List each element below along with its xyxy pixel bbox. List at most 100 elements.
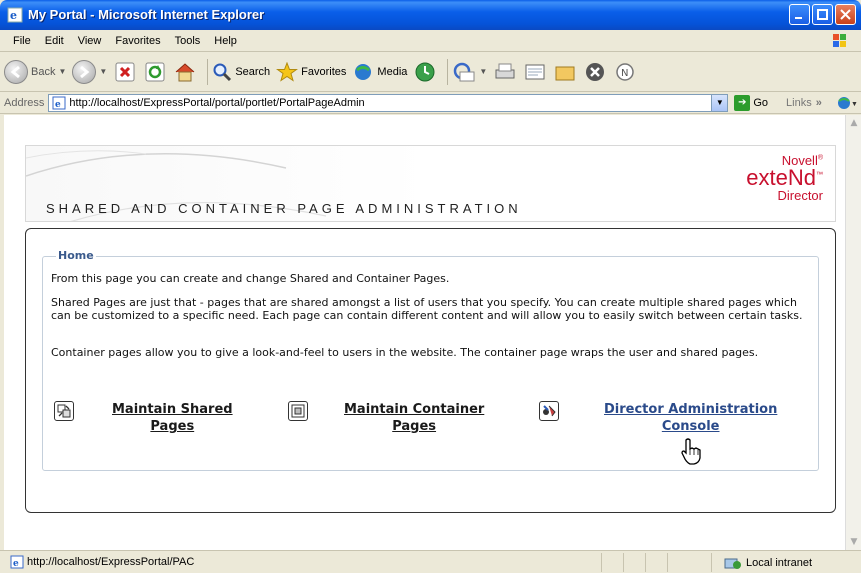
container-pages-icon[interactable] — [288, 401, 308, 421]
portal-header: SHARED AND CONTAINER PAGE ADMINISTRATION… — [25, 145, 836, 222]
history-icon — [415, 62, 435, 81]
intro-paragraph: From this page you can create and change… — [51, 272, 450, 285]
content-panel: Home From this page you can create and c… — [25, 228, 836, 513]
svg-text:N: N — [621, 68, 628, 79]
menu-bar: File Edit View Favorites Tools Help — [0, 30, 861, 52]
maximize-icon — [817, 9, 828, 20]
links-chevron-icon: » — [815, 96, 822, 109]
search-label: Search — [235, 65, 271, 78]
back-label: Back — [31, 65, 56, 78]
mail-icon — [454, 62, 475, 81]
forward-arrow-icon — [72, 59, 97, 84]
maintain-container-pages-line2: Pages — [392, 419, 437, 434]
minimize-button[interactable] — [789, 4, 810, 25]
toolbar-separator — [447, 58, 449, 85]
folder-icon — [555, 66, 575, 80]
menu-help[interactable]: Help — [207, 35, 244, 47]
stop-icon — [115, 62, 135, 81]
go-button[interactable]: ➔ Go — [734, 94, 769, 111]
status-segment — [645, 553, 667, 572]
address-input[interactable]: e http://localhost/ExpressPortal/portal/… — [48, 93, 729, 112]
address-dropdown-icon[interactable]: ▼ — [711, 94, 728, 111]
print-icon — [495, 63, 515, 78]
zone-label: Local intranet — [746, 556, 813, 569]
stop-button[interactable] — [113, 60, 137, 84]
menu-file[interactable]: File — [6, 35, 38, 47]
messenger-icon — [586, 62, 605, 81]
toolbar-separator — [207, 58, 209, 85]
print-button[interactable] — [493, 60, 517, 84]
back-button[interactable]: Back ▼ — [4, 56, 66, 88]
director-admin-console-line1: Director Administration — [604, 402, 778, 417]
toolbar: Back ▼ ▼ Search Favorites Media ▼ N — [0, 52, 861, 92]
media-icon — [355, 63, 372, 80]
favorites-star-icon — [276, 61, 299, 82]
search-button[interactable]: Search — [212, 56, 270, 88]
status-page-icon: e — [10, 555, 24, 569]
security-zone: Local intranet — [711, 553, 861, 572]
address-url: http://localhost/ExpressPortal/portal/po… — [69, 96, 365, 109]
close-icon — [840, 9, 851, 20]
director-admin-console-line2: Console — [661, 419, 720, 434]
shared-pages-icon[interactable] — [54, 401, 74, 421]
forward-dropdown-icon[interactable]: ▼ — [99, 67, 107, 76]
go-label: Go — [753, 96, 769, 109]
mail-button[interactable]: ▼ — [452, 56, 487, 88]
director-admin-console-item: Director Administration Console — [539, 401, 777, 435]
brand-registered-mark: ® — [817, 154, 823, 162]
refresh-icon — [145, 62, 165, 81]
back-dropdown-icon[interactable]: ▼ — [58, 67, 66, 76]
admin-console-icon[interactable] — [539, 401, 559, 421]
back-arrow-icon — [4, 59, 28, 84]
scroll-up-icon[interactable]: ▲ — [846, 115, 861, 131]
status-segment — [601, 553, 623, 572]
go-arrow-icon: ➔ — [734, 94, 751, 111]
status-url: http://localhost/ExpressPortal/PAC — [27, 556, 195, 568]
svg-text:▼: ▼ — [851, 101, 858, 108]
maintain-container-pages-line1: Maintain Container — [344, 402, 485, 417]
maintain-container-pages-link[interactable]: Maintain Container Pages — [344, 401, 484, 435]
ie-page-icon: e — [7, 7, 23, 23]
maintain-shared-pages-item: Maintain Shared Pages — [54, 401, 233, 435]
maintain-container-pages-item: Maintain Container Pages — [288, 401, 484, 435]
forward-button[interactable]: ▼ — [72, 56, 107, 88]
links-extra-icon[interactable]: ▼ — [836, 94, 858, 112]
edit-page-icon — [525, 64, 545, 79]
discuss-button[interactable] — [553, 60, 577, 84]
page-icon: e — [52, 96, 66, 110]
menu-view[interactable]: View — [71, 35, 109, 47]
history-button[interactable] — [413, 60, 437, 84]
home-button[interactable] — [173, 60, 197, 84]
close-button[interactable] — [835, 4, 856, 25]
refresh-button[interactable] — [143, 60, 167, 84]
menu-tools[interactable]: Tools — [168, 35, 208, 47]
research-button[interactable]: N — [613, 60, 637, 84]
hand-cursor-icon — [681, 438, 701, 465]
container-pages-paragraph: Container pages allow you to give a look… — [51, 346, 759, 359]
maximize-button[interactable] — [812, 4, 833, 25]
home-legend: Home — [56, 249, 96, 262]
mail-dropdown-icon[interactable]: ▼ — [479, 67, 487, 76]
edit-button[interactable] — [523, 60, 547, 84]
status-bar: e http://localhost/ExpressPortal/PAC Loc… — [0, 550, 861, 573]
vertical-scrollbar[interactable]: ▲ ▼ — [845, 115, 861, 550]
scroll-down-icon[interactable]: ▼ — [846, 534, 861, 550]
svg-text:e: e — [13, 559, 19, 569]
research-icon: N — [616, 62, 635, 81]
media-label: Media — [377, 65, 408, 78]
media-button[interactable]: Media — [352, 56, 407, 88]
favorites-label: Favorites — [301, 65, 347, 78]
brand-trademark: ™ — [816, 171, 823, 179]
menu-edit[interactable]: Edit — [38, 35, 71, 47]
maintain-shared-pages-link[interactable]: Maintain Shared Pages — [112, 401, 233, 435]
messenger-button[interactable] — [583, 60, 607, 84]
maintain-shared-pages-line1: Maintain Shared — [112, 402, 233, 417]
favorites-button[interactable]: Favorites — [276, 56, 346, 88]
links-toolbar[interactable]: Links» — [786, 97, 822, 109]
status-segment — [623, 553, 645, 572]
director-admin-console-link[interactable]: Director Administration Console — [604, 401, 777, 435]
brand-line3: Director — [777, 188, 823, 203]
links-label: Links — [786, 96, 812, 109]
address-bar: Address e http://localhost/ExpressPortal… — [0, 92, 861, 114]
menu-favorites[interactable]: Favorites — [108, 35, 167, 47]
